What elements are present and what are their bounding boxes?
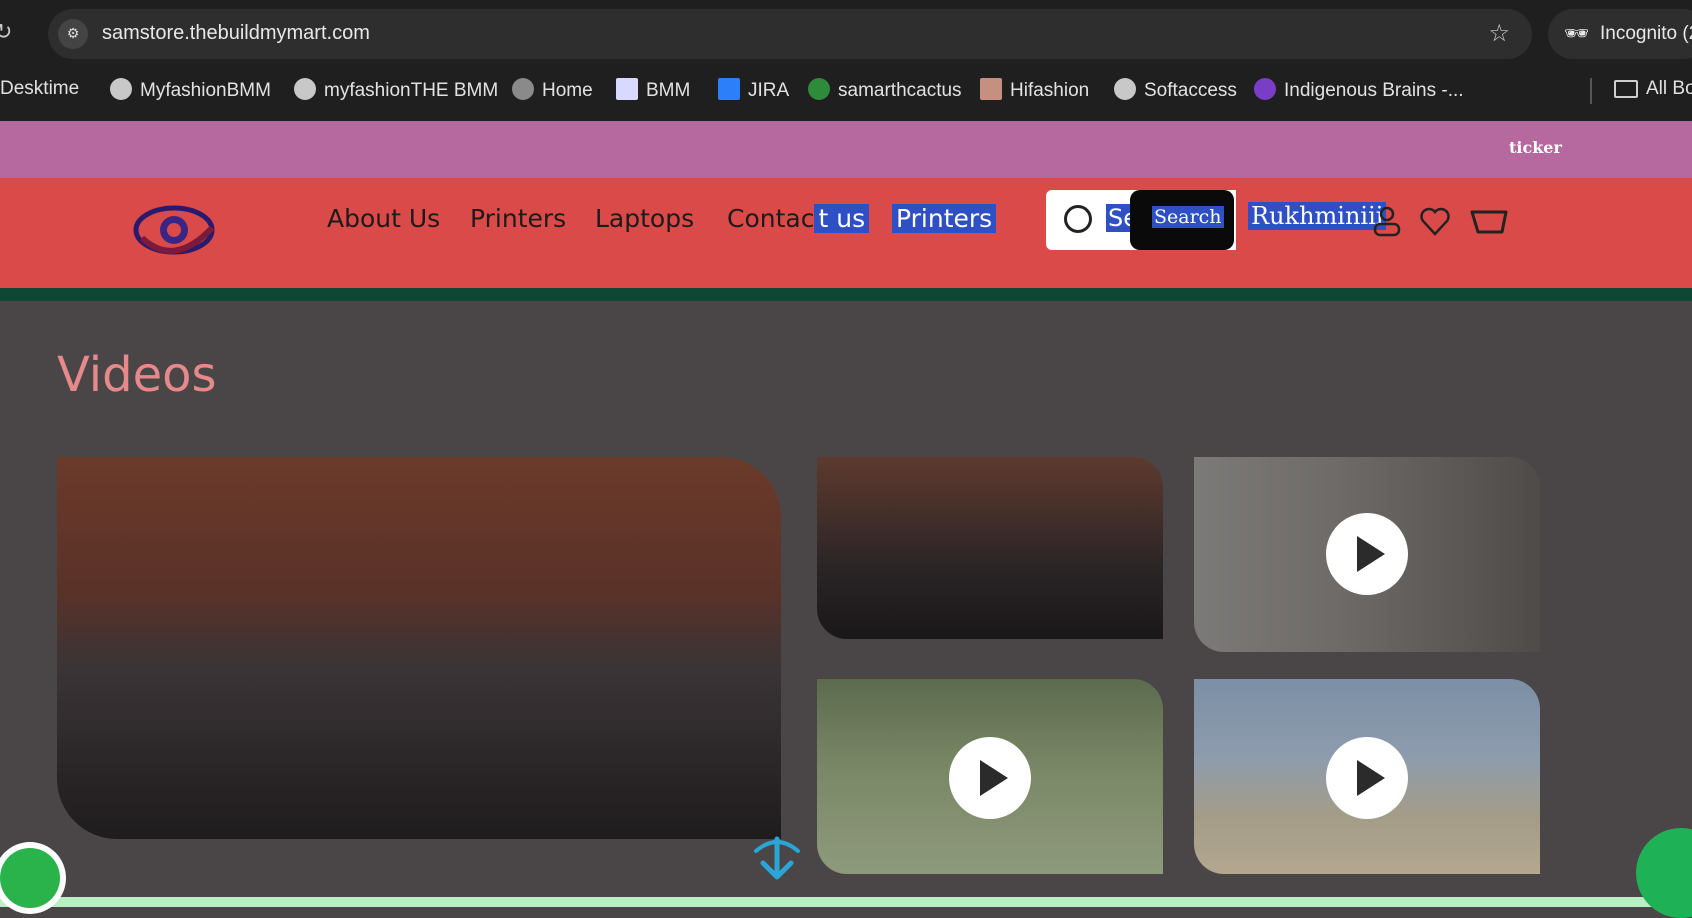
bookmark-label: myfashionTHE BMM [324,80,499,101]
bookmark-label: Indigenous Brains -... [1284,80,1464,101]
nav-printers[interactable]: Printers [470,204,566,233]
search-icon [1064,205,1092,233]
bookmark-star-icon[interactable]: ☆ [1488,19,1510,47]
bookmark-label: Hifashion [1010,80,1090,101]
address-bar[interactable]: ⚙ samstore.thebuildmymart.com ☆ [48,9,1532,59]
search-button[interactable]: Search [1130,190,1234,250]
scroll-down-icon[interactable] [750,833,804,887]
bookmark-label: Desktime [0,78,80,99]
bookmark-label: MyfashionBMM [140,80,271,101]
bookmarks-bar: Desktime MyfashionBMM myfashionTHE BMM H… [0,70,1692,110]
bookmark-label: Softaccess [1144,80,1237,101]
search-button-label: Search [1152,206,1224,228]
video-thumbnail-1[interactable] [817,457,1163,639]
site-info-icon[interactable]: ⚙ [58,19,88,49]
globe-icon [110,78,132,100]
whatsapp-icon [0,848,60,908]
cactus-icon [808,78,830,100]
bmm-icon [616,78,638,100]
bookmark-home[interactable]: Home [512,78,593,102]
bookmark-softaccess[interactable]: Softaccess [1114,78,1237,102]
video-thumbnail-4[interactable] [1194,679,1540,874]
bookmark-myfashionbmm[interactable]: MyfashionBMM [110,78,271,102]
cart-icon[interactable] [1470,204,1510,238]
bookmark-indigenous-brains[interactable]: Indigenous Brains -... [1254,78,1464,102]
url-text[interactable]: samstore.thebuildmymart.com [102,22,370,45]
nav-contact-part2: t us [814,204,870,233]
incognito-badge[interactable]: 🕶 Incognito (2 [1548,9,1692,59]
videos-section: Videos [0,301,1692,907]
video-thumbnail-2[interactable] [1194,457,1540,652]
ticker-bar: ticker [0,121,1692,178]
bookmark-samarthcactus[interactable]: samarthcactus [808,78,962,102]
user-name[interactable]: Rukhminiii [1248,202,1387,230]
user-icon[interactable] [1370,204,1404,238]
nav-about-us[interactable]: About Us [327,204,440,233]
heart-icon[interactable] [1418,204,1452,238]
video-thumbnail-3[interactable] [817,679,1163,874]
site-header: About Us Printers Laptops Contac t us Pri… [0,178,1692,288]
footer-strip [0,897,1692,907]
featured-video[interactable] [57,457,781,839]
bookmark-bmm[interactable]: BMM [616,78,690,102]
site-logo[interactable] [132,198,216,262]
nav-contact-part1: Contac [727,204,815,233]
globe-icon [294,78,316,100]
nav-contact-us[interactable]: Contac t us [727,204,870,233]
bookmarks-divider [1590,78,1592,104]
bookmark-label: BMM [646,80,691,101]
nav-printers-2[interactable]: Printers [892,204,997,233]
ticker-text: ticker [1509,138,1562,157]
bookmark-desktime[interactable]: Desktime [0,78,79,100]
play-icon[interactable] [1326,513,1408,595]
all-bookmarks[interactable]: All Bo [1614,78,1692,100]
incognito-label: Incognito (2 [1600,23,1692,44]
reload-icon[interactable]: ↻ [0,20,18,45]
bookmark-label: samarthcactus [838,80,962,101]
bookmark-jira[interactable]: JIRA [718,78,789,102]
section-title: Videos [57,347,217,403]
browser-chrome: ↻ ⚙ samstore.thebuildmymart.com ☆ 🕶 Inco… [0,0,1692,121]
globe-icon [512,78,534,100]
bookmark-label: Home [542,80,593,101]
incognito-icon: 🕶 [1564,23,1590,45]
bookmark-myfashionthebmm[interactable]: myfashionTHE BMM [294,78,498,102]
play-icon[interactable] [949,737,1031,819]
indigenous-brains-icon [1254,78,1276,100]
bookmark-hifashion[interactable]: Hifashion [980,78,1089,102]
all-bookmarks-label: All Bo [1646,78,1692,99]
play-icon[interactable] [1326,737,1408,819]
bookmark-label: JIRA [748,80,790,101]
nav-laptops[interactable]: Laptops [595,204,694,233]
hifashion-icon [980,78,1002,100]
jira-icon [718,78,740,100]
globe-icon [1114,78,1136,100]
header-accent-strip [0,288,1692,301]
folder-icon [1614,80,1638,98]
